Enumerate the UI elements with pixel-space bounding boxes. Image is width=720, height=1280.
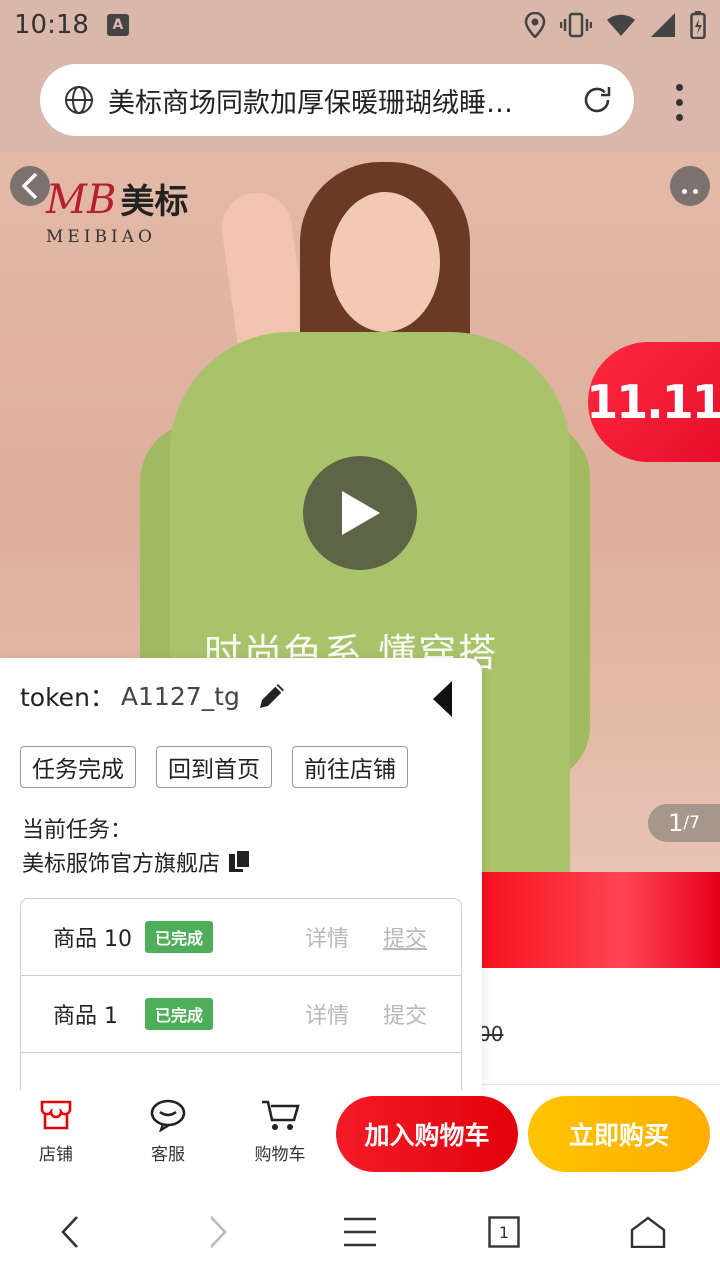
copy-icon[interactable] — [228, 849, 252, 875]
service-tab[interactable]: 客服 — [128, 1098, 208, 1165]
shop-icon — [40, 1100, 72, 1130]
chevron-left-icon — [61, 1216, 78, 1248]
status-badge: 已完成 — [145, 921, 214, 953]
edit-icon[interactable] — [256, 680, 288, 712]
nav-tabs-button[interactable]: 1 — [482, 1210, 526, 1254]
gallery-counter: 1/7 — [648, 804, 720, 842]
token-value: A1127_tg — [120, 681, 240, 711]
location-icon — [524, 12, 546, 38]
tab-count: 1 — [498, 1222, 510, 1242]
battery-icon — [690, 11, 706, 39]
list-item: 商品 1 已完成 详情 提交 — [21, 976, 461, 1053]
chevron-right-icon — [210, 1216, 227, 1248]
promo-banner — [480, 872, 720, 968]
browser-nav-bar: 1 — [0, 1180, 720, 1280]
list-item: 商品 10 已完成 详情 提交 — [21, 899, 461, 976]
address-bar[interactable]: 美标商场同款加厚保暖珊瑚绒睡… — [40, 64, 634, 136]
nav-forward-button[interactable] — [196, 1210, 240, 1254]
more-vert-icon[interactable] — [676, 84, 684, 121]
add-to-cart-button[interactable]: 加入购物车 — [336, 1096, 518, 1172]
signal-icon — [651, 13, 675, 37]
nav-menu-button[interactable] — [338, 1210, 382, 1254]
status-icons — [524, 11, 706, 39]
task-panel: token： A1127_tg 任务完成 回到首页 前往店铺 当前任务： 美标服… — [0, 658, 482, 1100]
nav-back-button[interactable] — [48, 1210, 92, 1254]
customer-service-icon — [150, 1099, 186, 1133]
submit-link[interactable]: 提交 — [383, 921, 427, 953]
detail-link[interactable]: 详情 — [305, 998, 349, 1030]
wifi-icon — [607, 14, 635, 36]
item-name: 商品 1 — [53, 1004, 118, 1029]
cart-tab[interactable]: 购物车 — [240, 1098, 320, 1165]
item-name: 商品 10 — [53, 927, 132, 952]
play-video-button[interactable] — [303, 456, 417, 570]
submit-link[interactable]: 提交 — [383, 998, 427, 1030]
nav-home-button[interactable] — [626, 1210, 670, 1254]
more-button[interactable] — [670, 166, 710, 206]
back-button[interactable] — [10, 166, 50, 206]
panel-buttons: 任务完成 回到首页 前往店铺 — [20, 746, 408, 788]
product-action-bar: 店铺 客服 购物车 加入购物车 立即购买 — [0, 1090, 720, 1180]
product-task-list: 商品 10 已完成 详情 提交 商品 1 已完成 详情 提交 — [20, 898, 462, 1100]
back-home-button[interactable]: 回到首页 — [156, 746, 272, 788]
token-label: token： — [20, 683, 115, 712]
play-icon — [342, 491, 380, 535]
collapse-panel-icon[interactable] — [432, 680, 454, 718]
cart-icon — [262, 1100, 300, 1130]
token-row: token： A1127_tg — [20, 678, 288, 714]
status-bar: 10:18 A — [0, 0, 720, 50]
current-task-label: 当前任务： — [22, 818, 133, 843]
app-notification-icon: A — [106, 14, 129, 36]
vibrate-icon — [560, 12, 592, 38]
page-title[interactable]: 美标商场同款加厚保暖珊瑚绒睡… — [108, 81, 560, 120]
status-badge: 已完成 — [145, 998, 214, 1030]
home-icon — [630, 1216, 666, 1248]
model-image-part — [330, 192, 440, 332]
reload-icon[interactable] — [580, 83, 614, 117]
chevron-left-icon — [21, 172, 38, 200]
double-eleven-badge[interactable]: 11.11 — [586, 342, 720, 462]
browser-toolbar: 美标商场同款加厚保暖珊瑚绒睡… — [0, 50, 720, 152]
status-time: 10:18 — [14, 10, 89, 40]
task-done-button[interactable]: 任务完成 — [20, 746, 136, 788]
globe-icon — [65, 86, 93, 114]
detail-link[interactable]: 详情 — [305, 921, 349, 953]
buy-now-button[interactable]: 立即购买 — [528, 1096, 710, 1172]
current-task-name: 美标服饰官方旗舰店 — [22, 846, 252, 878]
shop-tab[interactable]: 店铺 — [16, 1098, 96, 1165]
hamburger-icon — [344, 1217, 376, 1247]
brand-logo: MB 美标 MEIBIAO — [46, 177, 189, 247]
goto-shop-button[interactable]: 前往店铺 — [292, 746, 408, 788]
divider — [480, 1084, 720, 1085]
